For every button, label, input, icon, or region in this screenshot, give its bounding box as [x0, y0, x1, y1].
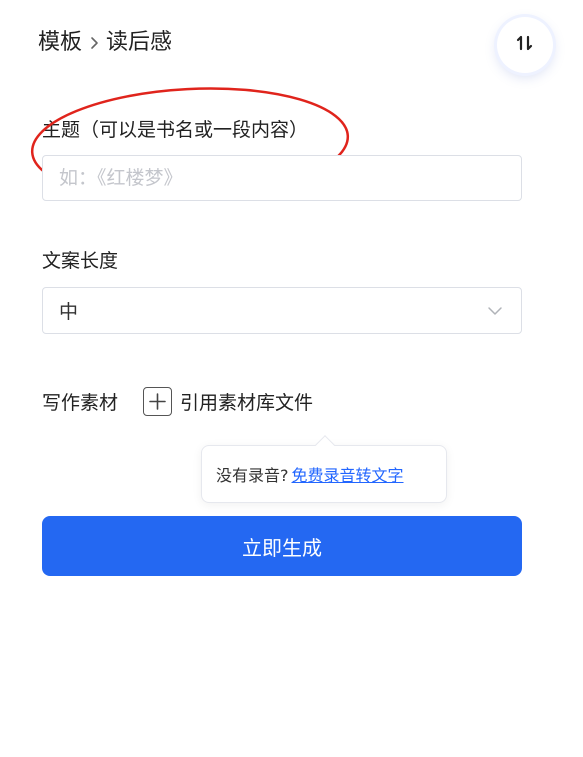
- speech-to-text-link[interactable]: 免费录音转文字: [292, 462, 404, 486]
- breadcrumb: 模板 读后感: [38, 27, 172, 59]
- materials-row: 写作素材 引用素材库文件: [42, 386, 313, 416]
- tooltip-arrow: [315, 435, 335, 455]
- chevron-down-icon: [487, 301, 503, 320]
- breadcrumb-templates-link[interactable]: 模板: [38, 27, 82, 59]
- topic-label: 主题（可以是书名或一段内容）: [42, 119, 309, 141]
- length-select[interactable]: 中: [42, 287, 522, 334]
- breadcrumb-current: 读后感: [106, 30, 173, 55]
- generate-button[interactable]: 立即生成: [42, 516, 522, 576]
- swap-button[interactable]: [497, 17, 553, 73]
- page: 模板 读后感 主题（可以是书名或一段内容） 文案长度 中 写作素材: [0, 0, 583, 757]
- length-label: 文案长度: [42, 250, 119, 272]
- topic-input[interactable]: [42, 155, 522, 201]
- swap-vertical-icon: [515, 33, 535, 57]
- cite-library-label: 引用素材库文件: [180, 391, 314, 414]
- cite-library-button[interactable]: 引用素材库文件: [143, 386, 314, 416]
- tooltip-text: 没有录音?: [216, 466, 289, 485]
- plus-icon: [143, 386, 173, 416]
- materials-label: 写作素材: [42, 391, 119, 414]
- length-select-value: 中: [59, 301, 79, 323]
- recording-tooltip: 没有录音? 免费录音转文字: [201, 435, 447, 503]
- chevron-right-icon: [90, 36, 99, 50]
